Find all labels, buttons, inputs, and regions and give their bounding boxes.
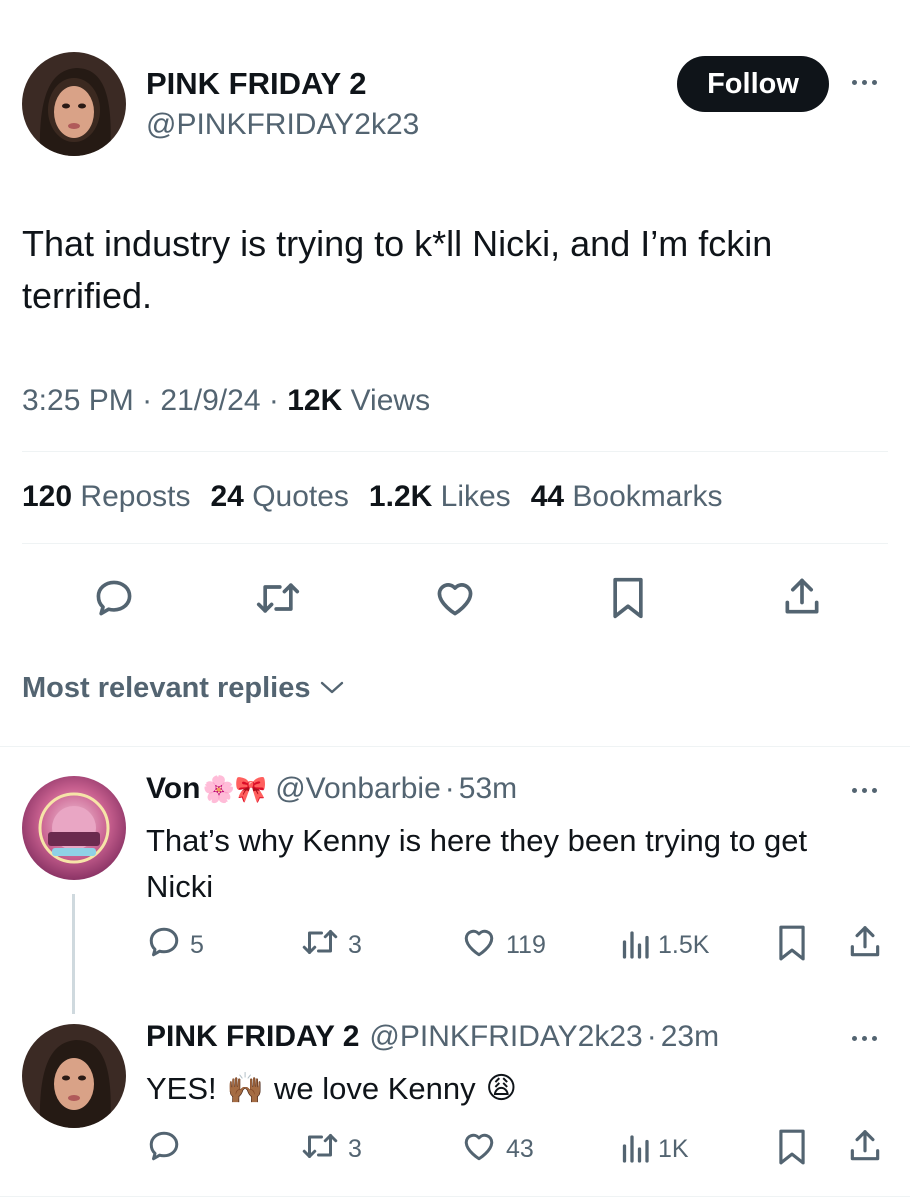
meta-separator: · xyxy=(646,1020,657,1053)
view-count: 1.5K xyxy=(658,931,710,959)
reply-like-button[interactable]: 43 xyxy=(460,1128,534,1171)
divider xyxy=(22,451,888,452)
tweet-text: That industry is trying to k*ll Nicki, a… xyxy=(22,223,773,316)
follow-button[interactable]: Follow xyxy=(677,56,829,112)
name-emoji: 🌸🎀 xyxy=(202,773,268,804)
repost-icon[interactable] xyxy=(254,576,302,620)
reply-thread-line xyxy=(72,894,75,1014)
reply-author-handle[interactable]: @Vonbarbie xyxy=(275,772,441,806)
reply-time[interactable]: 53m xyxy=(459,772,517,806)
replies-sort-dropdown[interactable]: Most relevant replies xyxy=(22,672,345,705)
reply-avatar[interactable] xyxy=(22,1024,126,1128)
raised-hands-emoji: 🙌🏾 xyxy=(226,1072,265,1105)
tweet-date[interactable]: 21/9/24 xyxy=(160,384,260,417)
like-icon xyxy=(460,924,498,967)
reply-text-part: YES! xyxy=(146,1071,217,1106)
divider xyxy=(0,1196,910,1197)
like-count: 119 xyxy=(506,931,546,959)
bookmarks-count: 44 xyxy=(530,480,565,513)
reposts-stat[interactable]: 120 Reposts xyxy=(22,480,190,514)
reply-repost-button[interactable]: 3 xyxy=(300,1128,362,1171)
likes-stat[interactable]: 1.2K Likes xyxy=(369,480,511,514)
reply-author-handle[interactable]: @PINKFRIDAY2k23 xyxy=(369,1020,642,1054)
views-icon xyxy=(620,924,650,967)
more-options-icon[interactable] xyxy=(852,80,877,85)
author-handle[interactable]: @PINKFRIDAY2k23 xyxy=(146,108,419,142)
reply-more-options-icon[interactable] xyxy=(852,1036,877,1041)
view-count: 1K xyxy=(658,1135,689,1163)
reply-views-button[interactable]: 1K xyxy=(620,1128,689,1171)
meta-separator: · xyxy=(142,384,153,417)
bookmarks-label: Bookmarks xyxy=(572,480,723,513)
quotes-label: Quotes xyxy=(252,480,349,513)
reply-bookmark-icon[interactable] xyxy=(776,924,808,962)
reply-repost-button[interactable]: 3 xyxy=(300,924,362,967)
like-icon[interactable] xyxy=(432,576,478,620)
weary-face-emoji: 😩 xyxy=(485,1072,517,1105)
likes-label: Likes xyxy=(440,480,511,513)
share-icon[interactable] xyxy=(780,574,824,620)
reply-header: Von 🌸🎀 @Vonbarbie · 53m xyxy=(146,772,517,806)
reply-reply-button[interactable]: 5 xyxy=(146,924,204,967)
meta-separator: · xyxy=(444,772,455,805)
repost-count: 3 xyxy=(348,931,362,959)
reply-views-button[interactable]: 1.5K xyxy=(620,924,709,967)
chevron-down-icon xyxy=(319,672,345,705)
reply-header: PINK FRIDAY 2 @PINKFRIDAY2k23 · 23m xyxy=(146,1020,719,1054)
repost-icon xyxy=(300,1128,340,1171)
repost-count: 3 xyxy=(348,1135,362,1163)
reply-more-options-icon[interactable] xyxy=(852,788,877,793)
engagement-stats: 120 Reposts 24 Quotes 1.2K Likes 44 Book… xyxy=(22,480,722,514)
reply-bookmark-icon[interactable] xyxy=(776,1128,808,1166)
views-icon xyxy=(620,1128,650,1171)
bookmark-icon[interactable] xyxy=(608,576,648,620)
bookmarks-stat[interactable]: 44 Bookmarks xyxy=(531,480,723,514)
reply-author-name[interactable]: Von xyxy=(146,772,200,806)
divider xyxy=(0,746,910,747)
reposts-count: 120 xyxy=(22,480,73,513)
reply-share-icon[interactable] xyxy=(846,1126,884,1166)
divider xyxy=(22,543,888,544)
tweet-time[interactable]: 3:25 PM xyxy=(22,384,134,417)
replies-sort-label: Most relevant replies xyxy=(22,672,311,704)
meta-separator: · xyxy=(268,384,279,417)
views-count: 12K xyxy=(287,384,343,417)
views-label: Views xyxy=(350,384,431,417)
reply-text: That’s why Kenny is here they been tryin… xyxy=(146,823,808,904)
tweet-meta: 3:25 PM · 21/9/24 · 12K Views xyxy=(22,384,430,418)
like-count: 43 xyxy=(506,1135,534,1163)
reply-author-name[interactable]: PINK FRIDAY 2 xyxy=(146,1020,359,1054)
like-icon xyxy=(460,1128,498,1171)
quotes-count: 24 xyxy=(210,480,244,513)
reply-time[interactable]: 23m xyxy=(661,1020,719,1054)
reposts-label: Reposts xyxy=(80,480,191,513)
repost-icon xyxy=(300,924,340,967)
reply-share-icon[interactable] xyxy=(846,922,884,962)
reply-text: YES! 🙌🏾 we love Kenny 😩 xyxy=(146,1066,517,1112)
likes-count: 1.2K xyxy=(368,480,433,513)
reply-icon xyxy=(146,1128,182,1171)
reply-like-button[interactable]: 119 xyxy=(460,924,546,967)
reply-text-part: we love Kenny xyxy=(274,1071,476,1106)
reply-count: 5 xyxy=(190,931,204,959)
reply-reply-button[interactable] xyxy=(146,1128,190,1171)
quotes-stat[interactable]: 24 Quotes xyxy=(210,480,348,514)
reply-icon xyxy=(146,924,182,967)
author-name[interactable]: PINK FRIDAY 2 xyxy=(146,66,367,102)
author-avatar[interactable] xyxy=(22,52,126,156)
reply-icon[interactable] xyxy=(92,576,136,620)
reply-avatar[interactable] xyxy=(22,776,126,880)
